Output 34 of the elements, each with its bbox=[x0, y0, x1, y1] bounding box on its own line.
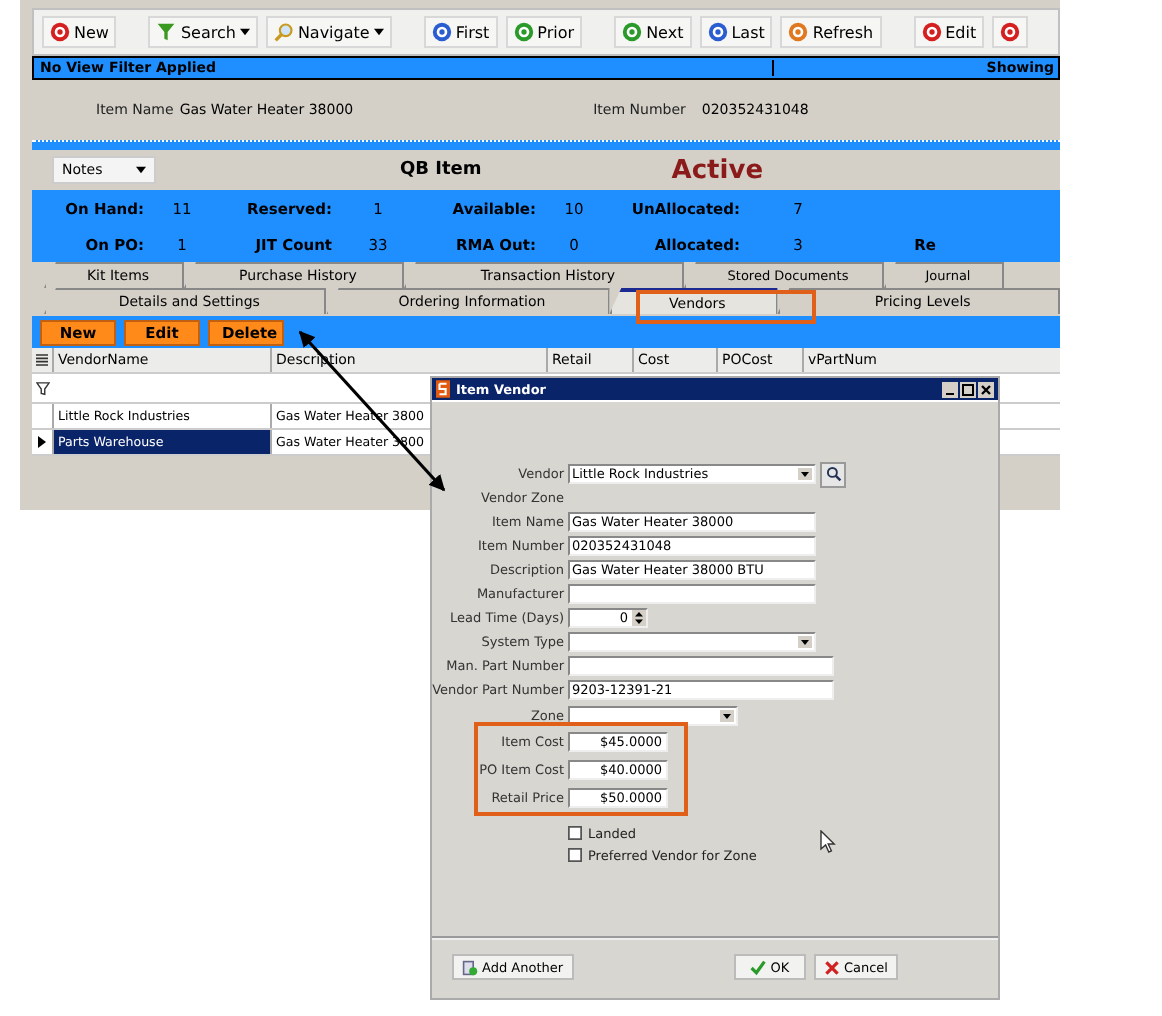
column-chooser-icon[interactable] bbox=[36, 354, 48, 366]
toolbar-button[interactable]: Last bbox=[699, 16, 773, 48]
status-label: Active bbox=[671, 155, 764, 185]
toolbar-button[interactable] bbox=[992, 16, 1029, 48]
checkbox-icon[interactable] bbox=[568, 848, 582, 862]
maximize-button[interactable] bbox=[960, 381, 976, 397]
toolbar-button[interactable]: Search bbox=[148, 16, 258, 48]
cross-icon bbox=[823, 959, 840, 975]
toolbar-button[interactable]: Edit bbox=[913, 16, 985, 48]
toolbar-button[interactable]: Navigate bbox=[265, 16, 392, 48]
checkmark-icon bbox=[750, 959, 767, 975]
input-field[interactable] bbox=[568, 656, 834, 676]
add-icon bbox=[462, 959, 478, 975]
caret-icon[interactable] bbox=[798, 468, 812, 480]
caret-icon[interactable] bbox=[798, 636, 812, 648]
dropdown-field[interactable] bbox=[568, 632, 816, 652]
toolbar-button[interactable]: Next bbox=[614, 16, 692, 48]
search-button[interactable] bbox=[820, 461, 846, 487]
caret-icon bbox=[373, 28, 384, 36]
caret-icon bbox=[239, 28, 250, 36]
input-field[interactable] bbox=[568, 584, 816, 604]
item-type: QB Item bbox=[400, 160, 482, 180]
toolbar-button[interactable]: New bbox=[42, 16, 117, 48]
toolbar-button[interactable]: Prior bbox=[505, 16, 583, 48]
toolbar-button[interactable]: Refresh bbox=[780, 16, 882, 48]
toolbar-button[interactable]: First bbox=[423, 16, 498, 48]
filter-icon[interactable] bbox=[32, 381, 52, 395]
splitter[interactable] bbox=[32, 140, 1060, 150]
checkbox-icon[interactable] bbox=[568, 826, 582, 840]
close-button[interactable] bbox=[978, 381, 994, 397]
spin-arrows-icon[interactable] bbox=[632, 610, 646, 626]
mouse-pointer-icon bbox=[820, 830, 836, 854]
caret-icon bbox=[136, 166, 146, 174]
caret-icon[interactable] bbox=[720, 710, 734, 722]
